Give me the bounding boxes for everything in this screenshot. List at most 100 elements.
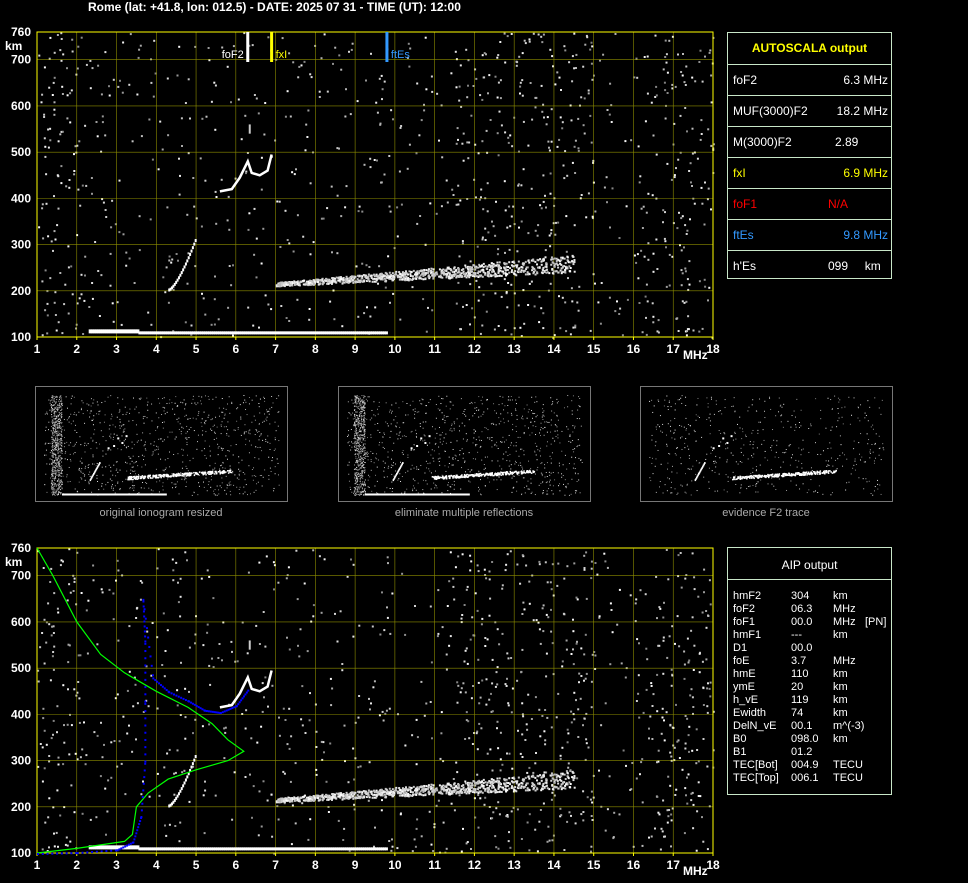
aip-value: 00.0 [791, 616, 813, 628]
x-tick-label: 7 [272, 858, 279, 872]
thumbnail-caption-original: original ionogram resized [99, 507, 223, 519]
aip-value: 098.0 [791, 733, 819, 745]
x-tick-label: 8 [312, 342, 319, 356]
aip-label: ymE [733, 681, 755, 693]
thumb-speckles [649, 395, 885, 496]
x-tick-label: 8 [312, 858, 319, 872]
y-tick-label: 700 [11, 53, 31, 67]
y-tick-label: 760 [11, 541, 31, 555]
autoscala-value: 2.89 [835, 135, 859, 149]
aip-value: 20 [791, 681, 804, 693]
x-tick-label: 9 [352, 858, 359, 872]
x-tick-label: 18 [706, 342, 720, 356]
autoscala-row: foF1 N/A [728, 188, 891, 220]
autoscala-panel: AUTOSCALA output foF2 6.3 MHz MUF(3000)F2 1… [727, 32, 892, 279]
aip-value: 3.7 [791, 655, 807, 667]
x-tick-label: 15 [587, 342, 601, 356]
aip-label: B1 [733, 746, 747, 758]
autoscala-value: 6.9 MHz [843, 166, 888, 180]
aip-label: Ewidth [733, 707, 767, 719]
aip-label: hmF1 [733, 629, 762, 641]
aip-label: hmF2 [733, 590, 762, 602]
aip-value: 06.3 [791, 603, 813, 615]
aip-unit: MHz [833, 603, 856, 615]
autoscala-value: 6.3 MHz [843, 73, 888, 87]
aip-unit: m^(-3) [833, 720, 865, 732]
autoscala-row: fxI 6.9 MHz [728, 157, 891, 189]
marker-label: ftEs [391, 49, 410, 61]
aip-unit: km [833, 590, 848, 602]
noise-speckles [37, 548, 715, 855]
aip-unit: TECU [833, 759, 863, 771]
x-tick-label: 17 [667, 342, 681, 356]
x-tick-label: 14 [547, 342, 561, 356]
x-tick-label: 10 [388, 858, 402, 872]
aip-value: --- [791, 629, 802, 641]
x-tick-label: 7 [272, 342, 279, 356]
thumbnail-evidence-f2 [640, 386, 893, 502]
aip-unit: km [833, 707, 848, 719]
aip-unit: MHz [833, 616, 856, 628]
aip-unit: km [833, 733, 848, 745]
autoscala-label: foF2 [733, 73, 758, 87]
aip-unit: km [833, 668, 848, 680]
aip-label: foF1 [733, 616, 756, 628]
autoscala-label: h'Es [733, 259, 756, 273]
aip-unit: TECU [833, 772, 863, 784]
autoscala-label: M(3000)F2 [733, 135, 792, 149]
thumbnail-caption-eliminate: eliminate multiple reflections [394, 507, 534, 519]
x-tick-label: 2 [73, 858, 80, 872]
y-tick-label: 600 [11, 99, 31, 113]
x-unit-label: MHz [683, 348, 708, 362]
x-tick-label: 1 [34, 342, 41, 356]
marker-line [270, 32, 274, 62]
thumbnail-original [35, 386, 288, 502]
autoscala-row: M(3000)F2 2.89 [728, 126, 891, 158]
aip-unit: MHz [833, 655, 856, 667]
grid [37, 32, 713, 337]
echo-traces [88, 755, 576, 851]
thumbnail-caption-evidence: evidence F2 trace [722, 507, 810, 519]
autoscala-value: 9.8 MHz [843, 228, 888, 242]
x-tick-label: 14 [547, 858, 561, 872]
y-tick-label: 700 [11, 569, 31, 583]
x-tick-label: 6 [232, 858, 239, 872]
grid [37, 548, 713, 853]
x-tick-label: 13 [507, 342, 521, 356]
aip-value: 110 [791, 668, 809, 680]
y-tick-label: 100 [11, 846, 31, 860]
x-tick-label: 2 [73, 342, 80, 356]
aip-label: h_vE [733, 694, 759, 706]
aip-value: 00.0 [791, 642, 813, 654]
x-tick-label: 1 [34, 858, 41, 872]
autoscala-label: foF1 [733, 197, 758, 211]
f2-trace [219, 670, 273, 709]
autoscala-label: ftEs [733, 228, 754, 242]
profile-green-line [36, 547, 245, 854]
aip-label: foE [733, 655, 750, 667]
autoscala-value: 18.2 MHz [836, 104, 888, 118]
autoscala-row: MUF(3000)F2 18.2 MHz [728, 95, 891, 127]
autoscala-value: N/A [828, 197, 849, 211]
x-tick-label: 3 [113, 342, 120, 356]
ionogram-aip-plot: 1 2 3 4 5 6 7 8 9 10 11 12 13 14 15 16 17 18MHz1002003004… [5, 541, 720, 878]
marker-line [385, 32, 389, 62]
aip-label: TEC[Top] [733, 772, 779, 784]
y-tick-label: 400 [11, 707, 31, 721]
marker-label: foF2 [222, 49, 244, 61]
y-tick-label: 500 [11, 661, 31, 675]
y-tick-label: 500 [11, 145, 31, 159]
y-unit-label: km [5, 555, 22, 569]
autoscala-title: AUTOSCALA output [751, 41, 868, 55]
x-tick-label: 6 [232, 342, 239, 356]
x-tick-label: 18 [706, 858, 720, 872]
x-tick-label: 15 [587, 858, 601, 872]
thumb-traces [694, 435, 837, 482]
autoscala-row: ftEs 9.8 MHz [728, 219, 891, 251]
aip-label: DelN_vE [733, 720, 777, 732]
x-tick-label: 17 [667, 858, 681, 872]
autoscala-label: fxI [733, 166, 746, 180]
x-tick-label: 16 [627, 342, 641, 356]
aip-extra: [PN] [865, 616, 887, 628]
autoscala-value: 099 km [828, 259, 881, 273]
